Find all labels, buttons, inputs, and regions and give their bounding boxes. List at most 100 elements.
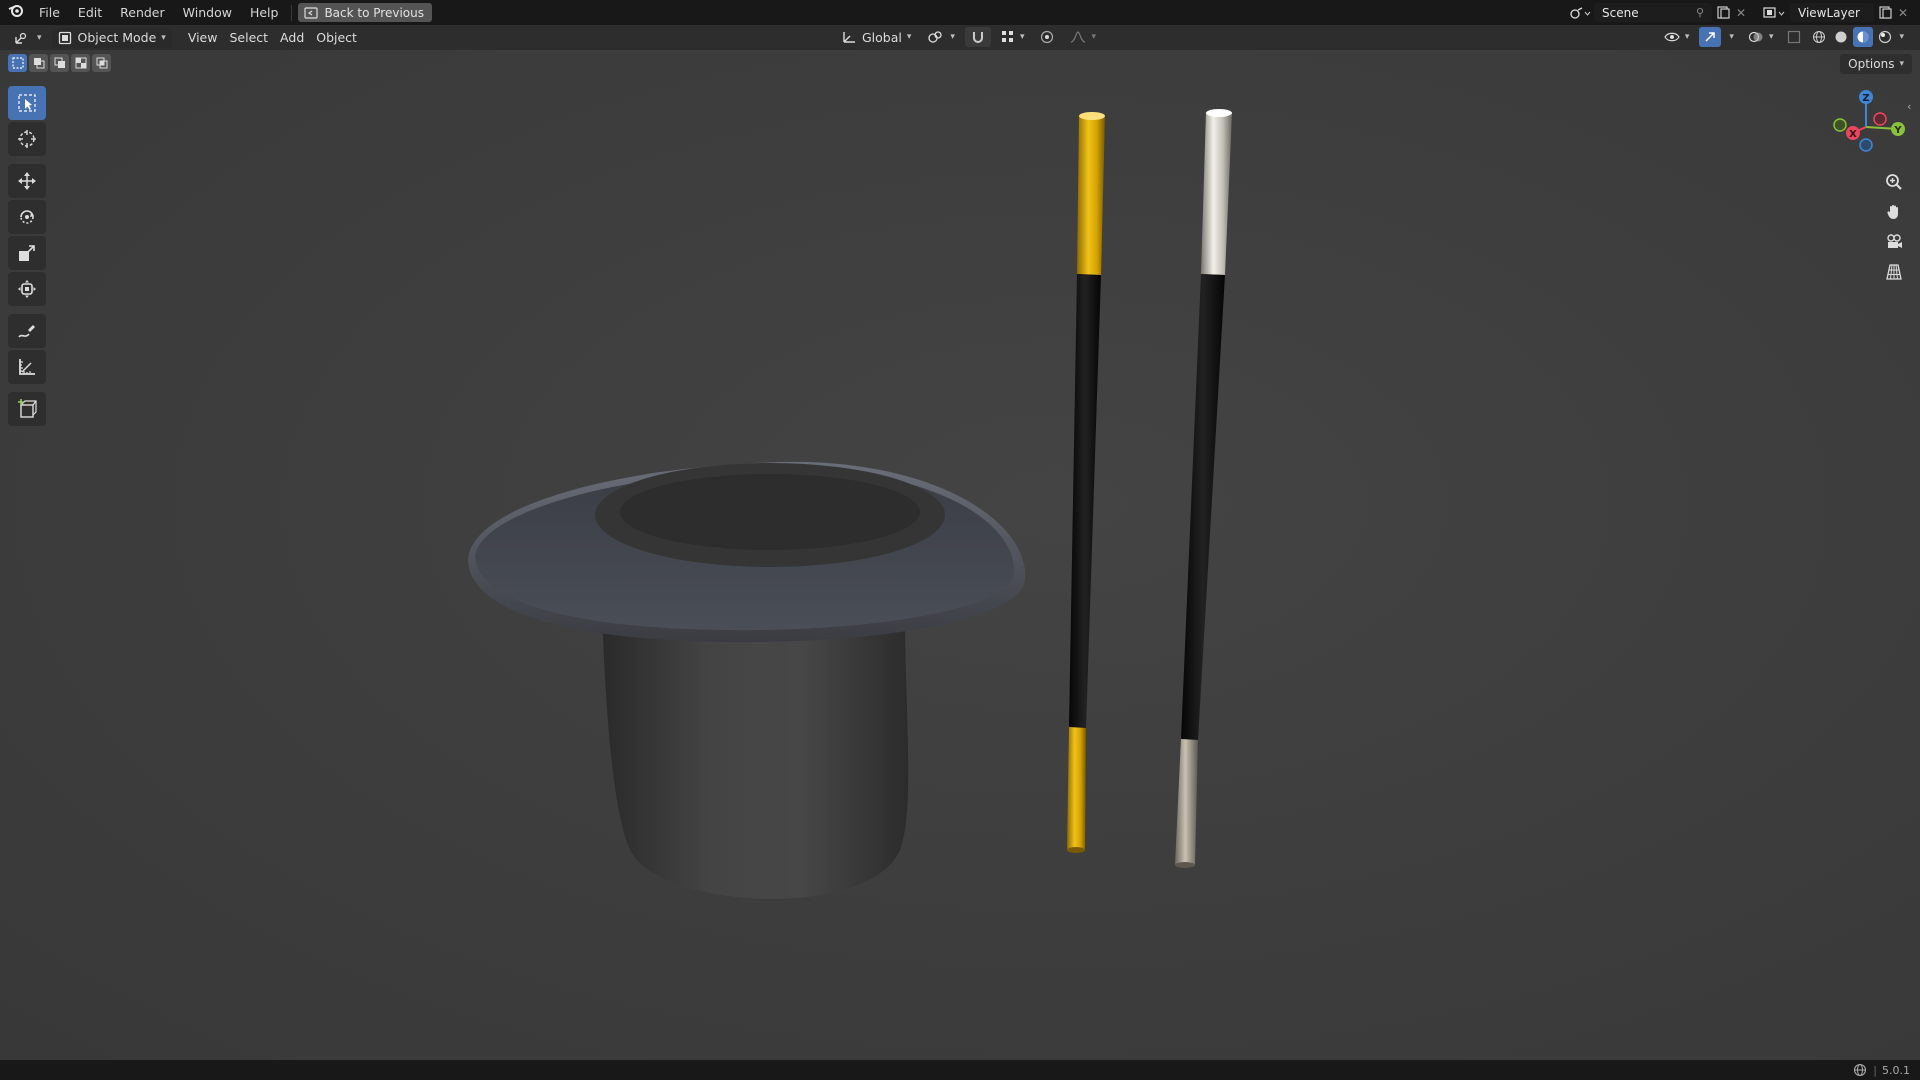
select-intersect-icon xyxy=(96,57,107,69)
menu-window[interactable]: Window xyxy=(174,0,241,25)
blender-version: 5.0.1 xyxy=(1882,1063,1910,1077)
rendered-shading-button[interactable] xyxy=(1875,27,1895,47)
rotate-icon xyxy=(20,210,34,224)
chevron-down-icon: ▾ xyxy=(906,32,912,42)
xray-icon xyxy=(1788,30,1801,44)
move-tool[interactable] xyxy=(8,164,46,198)
pin-icon[interactable]: ⚲ xyxy=(1696,6,1704,19)
select-new-icon xyxy=(11,57,24,69)
remove-view-layer-icon[interactable]: ✕ xyxy=(1896,3,1910,22)
gold-wand[interactable] xyxy=(1067,112,1105,853)
back-to-previous-button[interactable]: Back to Previous xyxy=(298,3,432,22)
measure-ruler-icon xyxy=(19,359,35,375)
zoom-button[interactable] xyxy=(1880,168,1908,196)
gizmo-neg-x-icon[interactable] xyxy=(1873,112,1887,126)
selection-mode-group xyxy=(8,54,111,72)
3d-viewport[interactable] xyxy=(0,50,1920,1060)
pivot-point-dropdown[interactable]: ▾ xyxy=(921,27,961,47)
view-layer-name-field[interactable]: ViewLayer xyxy=(1790,3,1874,22)
gizmo-z-label: Z xyxy=(1862,93,1869,104)
annotate-pencil-icon xyxy=(18,325,35,338)
grid-perspective-icon xyxy=(1886,264,1902,280)
status-divider: | xyxy=(1873,1063,1877,1077)
chevron-down-icon: ▾ xyxy=(37,32,42,43)
object-mode-dropdown[interactable]: Object Mode ▾ xyxy=(51,27,172,48)
viewport-header: ▾ Object Mode ▾ View Select Add Object G… xyxy=(0,25,1920,50)
new-view-layer-icon[interactable] xyxy=(1874,3,1896,22)
snap-increment-icon xyxy=(1001,31,1013,42)
menu-add[interactable]: Add xyxy=(274,28,310,48)
top-hat[interactable] xyxy=(468,461,1026,899)
select-intersect-button[interactable] xyxy=(92,54,111,72)
rendered-sphere-icon xyxy=(1879,30,1892,44)
select-box-tool[interactable] xyxy=(8,86,46,120)
measure-tool[interactable] xyxy=(8,350,46,384)
scene-render xyxy=(468,109,1232,899)
editor-type-button[interactable]: ▾ xyxy=(8,28,48,48)
select-box-icon xyxy=(18,94,36,112)
blender-logo-icon[interactable] xyxy=(0,0,30,25)
solid-shading-button[interactable] xyxy=(1831,27,1851,47)
gizmo-toggle[interactable] xyxy=(1699,27,1722,47)
menu-object[interactable]: Object xyxy=(310,28,363,48)
select-subtract-button[interactable] xyxy=(50,54,69,72)
cursor-tool[interactable] xyxy=(8,122,46,156)
new-scene-icon[interactable] xyxy=(1712,3,1734,22)
navigation-gizmo[interactable]: Z Y X xyxy=(1820,85,1910,175)
wireframe-shading-button[interactable] xyxy=(1809,27,1829,47)
remove-scene-icon[interactable]: ✕ xyxy=(1734,3,1748,22)
scale-tool[interactable] xyxy=(8,236,46,270)
gizmo-neg-y-icon[interactable] xyxy=(1833,118,1847,132)
snap-target-dropdown[interactable]: ▾ xyxy=(995,27,1031,47)
proportional-edit-toggle[interactable] xyxy=(1034,27,1060,47)
pan-button[interactable] xyxy=(1880,198,1908,226)
chevron-down-icon: ▾ xyxy=(1899,32,1904,42)
gizmo-y-label: Y xyxy=(1893,125,1902,136)
material-preview-button[interactable] xyxy=(1853,27,1874,47)
menu-file[interactable]: File xyxy=(30,0,69,25)
orientation-axes-icon xyxy=(843,32,855,43)
camera-icon xyxy=(1887,234,1902,248)
menu-divider xyxy=(291,4,293,21)
chevron-down-icon: ▾ xyxy=(1768,32,1774,42)
gizmo-dropdown[interactable]: ▾ xyxy=(1725,27,1738,47)
options-dropdown[interactable]: Options ▾ xyxy=(1840,54,1912,74)
options-label: Options xyxy=(1848,57,1895,71)
select-extend-icon xyxy=(33,58,44,69)
menu-select[interactable]: Select xyxy=(223,28,274,48)
chevron-down-icon: ▾ xyxy=(1019,32,1025,42)
network-globe-icon[interactable] xyxy=(1853,1063,1867,1077)
falloff-dropdown[interactable]: ▾ xyxy=(1064,27,1102,47)
select-extend-button[interactable] xyxy=(29,54,48,72)
select-invert-button[interactable] xyxy=(71,54,90,72)
menu-view[interactable]: View xyxy=(182,28,224,48)
xray-toggle[interactable] xyxy=(1783,27,1805,47)
eye-icon xyxy=(1664,32,1680,42)
menu-render[interactable]: Render xyxy=(111,0,174,25)
rotate-tool[interactable] xyxy=(8,200,46,234)
visibility-dropdown[interactable]: ▾ xyxy=(1658,27,1696,47)
perspective-toggle-button[interactable] xyxy=(1880,258,1908,286)
gizmo-neg-z-icon[interactable] xyxy=(1859,138,1873,152)
select-new-button[interactable] xyxy=(8,54,27,72)
overlays-toggle[interactable]: ▾ xyxy=(1742,27,1780,47)
gizmo-x-label: X xyxy=(1849,129,1857,140)
gizmo-icon xyxy=(1705,32,1716,42)
view-layer-browse-icon[interactable] xyxy=(1760,3,1790,22)
material-sphere-icon xyxy=(1857,31,1869,43)
scene-browse-icon[interactable] xyxy=(1566,3,1594,22)
add-cube-tool[interactable] xyxy=(8,392,46,426)
wireframe-sphere-icon xyxy=(1813,31,1826,43)
silver-wand[interactable] xyxy=(1175,109,1232,868)
3d-cursor-icon xyxy=(18,130,36,148)
menu-help[interactable]: Help xyxy=(241,0,288,25)
shading-options-dropdown[interactable]: ▾ xyxy=(1897,27,1906,47)
annotate-tool[interactable] xyxy=(8,314,46,348)
menu-edit[interactable]: Edit xyxy=(69,0,111,25)
transform-tool[interactable] xyxy=(8,272,46,306)
object-mode-label: Object Mode xyxy=(77,30,157,45)
orientation-dropdown[interactable]: Global ▾ xyxy=(836,27,917,47)
camera-view-button[interactable] xyxy=(1880,228,1908,256)
snap-toggle[interactable] xyxy=(964,27,991,47)
scene-name-field[interactable]: Scene ⚲ xyxy=(1594,3,1712,22)
